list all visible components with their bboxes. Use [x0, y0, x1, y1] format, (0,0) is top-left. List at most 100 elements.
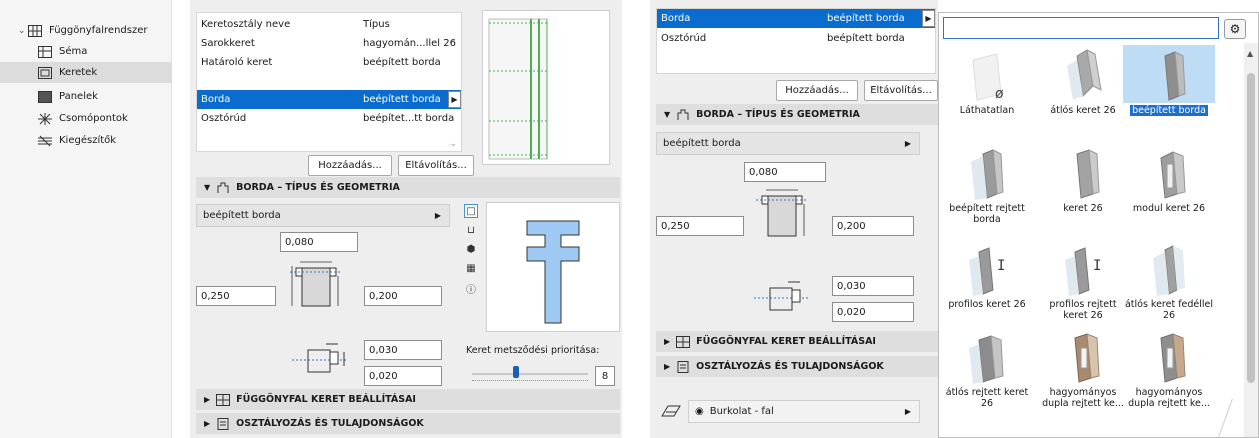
section-geometry[interactable]: ▼ BORDA – TÍPUS ÉS GEOMETRIA [656, 104, 938, 125]
list-item-type: beépítet...tt borda [363, 113, 455, 124]
chevron-right-icon: ▶ [204, 395, 211, 404]
search-input[interactable] [943, 17, 1219, 39]
frame-section-diagram [290, 261, 342, 307]
frame-class-list[interactable]: Keretosztály neve Típus Sarokkeret hagyo… [196, 12, 462, 152]
schema-icon [38, 45, 52, 58]
section-classification[interactable]: ▶ OSZTÁLYOZÁS ÉS TULAJDONSÁGOK [656, 356, 938, 377]
dropdown-value: beépített borda [663, 138, 741, 149]
info-icon[interactable]: ⓘ [464, 281, 478, 296]
list-item-type: hagyomán...llel 26 [363, 38, 456, 49]
add-button[interactable]: Hozzáadás... [308, 155, 392, 176]
frame-type-dropdown[interactable]: beépített borda ▶ [196, 204, 450, 227]
depth-right-field[interactable]: 0,200 [832, 216, 914, 236]
chevron-down-icon: ▼ [664, 110, 671, 119]
priority-value-field[interactable]: 8 [595, 366, 615, 386]
depth-field[interactable]: 0,250 [196, 286, 276, 306]
frame-class-list-2[interactable]: Borda beépített borda ▶ Osztórúd beépíte… [656, 8, 936, 74]
add-button[interactable]: Hozzáadás... [776, 80, 858, 101]
frame-type-tile-selected[interactable]: beépített borda [1123, 45, 1215, 137]
cross-section-view-icon[interactable]: □ [464, 204, 478, 218]
elevation-view-icon[interactable]: ▦ [464, 261, 478, 275]
plan-view-icon[interactable]: ⊔ [464, 223, 478, 237]
frame-type-tile[interactable]: ø Láthatatlan [941, 45, 1033, 137]
frame-type-tile[interactable]: modul keret 26 [1123, 143, 1215, 235]
offset-field-2[interactable]: 0,020 [364, 366, 442, 386]
frame-type-dropdown[interactable]: beépített borda ▶ [656, 132, 920, 155]
width-field[interactable]: 0,080 [280, 232, 358, 252]
frame-type-tile[interactable]: I profilos rejtett keret 26 [1037, 239, 1129, 331]
frame-type-tile[interactable]: átlós rejtett keret 26 [941, 327, 1033, 419]
scrollbar-thumb[interactable] [1247, 73, 1255, 383]
tree-item-panelek[interactable]: Panelek [0, 86, 172, 107]
list-item-selected[interactable]: Borda beépített borda ▶ [657, 9, 935, 28]
chevron-right-icon: ▶ [904, 139, 911, 148]
section-classification[interactable]: ▶ OSZTÁLYOZÁS ÉS TULAJDONSÁGOK [196, 413, 620, 434]
list-item[interactable]: Határoló keret beépített borda [197, 53, 461, 72]
frame-type-picker-popup: ⚙ ▲ ø Láthatatlan átlós keret 26 beépíte… [938, 12, 1259, 438]
frame-type-tile[interactable]: hagyományos dupla rejtett ke... [1123, 327, 1215, 419]
section-settings[interactable]: ▶ FÜGGÖNYFAL KERET BEÁLLÍTÁSAI [196, 389, 620, 410]
tree-root[interactable]: ⌄ Függönyfalrendszer [0, 20, 172, 41]
classification-icon [216, 417, 230, 430]
chevron-down-icon[interactable]: ⌄ [18, 26, 28, 36]
section-geometry[interactable]: ▼ BORDA – TÍPUS ÉS GEOMETRIA [196, 177, 620, 198]
frame-type-tile[interactable]: beépített rejtett borda [941, 143, 1033, 235]
profile-hidden-frame-icon: I [1037, 239, 1129, 297]
frame-type-tile[interactable]: átlós keret 26 [1037, 45, 1129, 137]
offset-field-2[interactable]: 0,020 [832, 302, 914, 322]
scroll-up-icon[interactable]: ⌃ [449, 39, 457, 49]
frame-type-tile[interactable]: keret 26 [1037, 143, 1129, 235]
tree-item-sema[interactable]: Séma [0, 41, 172, 62]
curtain-wall-preview [482, 10, 610, 165]
scroll-down-icon[interactable]: ⌄ [449, 139, 457, 149]
svg-text:I: I [997, 258, 1005, 274]
depth-right-field[interactable]: 0,200 [364, 286, 442, 306]
section-title: FÜGGÖNYFAL KERET BEÁLLÍTÁSAI [696, 336, 876, 347]
list-item[interactable]: Sarokkeret hagyomán...llel 26 ⌃ [197, 34, 461, 53]
frame-type-tile[interactable]: hagyományos dupla rejtett ke... [1037, 327, 1129, 419]
type-picker-arrow-icon[interactable]: ▶ [922, 10, 935, 27]
list-item-name: Sarokkeret [201, 38, 255, 49]
frame-settings-panel-2: Borda beépített borda ▶ Osztórúd beépíte… [650, 0, 938, 438]
column-header-name: Keretosztály neve [201, 19, 291, 30]
traditional-double-frame-icon [1037, 327, 1129, 385]
list-item-name: Osztórúd [661, 33, 707, 44]
section-settings[interactable]: ▶ FÜGGÖNYFAL KERET BEÁLLÍTÁSAI [656, 331, 938, 352]
tile-label: beépített rejtett borda [949, 203, 1025, 225]
list-item[interactable]: Osztórúd beépítet...tt borda [197, 109, 461, 128]
invisible-frame-icon: ø [941, 45, 1033, 103]
3d-view-icon[interactable]: ⬢ [464, 242, 478, 256]
depth-field[interactable]: 0,250 [656, 216, 744, 236]
remove-button[interactable]: Eltávolítás... [398, 155, 474, 176]
tree-item-kiegeszitok[interactable]: Kiegészítők [0, 130, 172, 151]
frame-section-diagram [756, 189, 808, 237]
tile-label: Láthatatlan [959, 105, 1015, 116]
frame-type-tile[interactable]: átlós keret fedéllel 26 [1123, 239, 1215, 331]
section-title: FÜGGÖNYFAL KERET BEÁLLÍTÁSAI [236, 394, 416, 405]
settings-section-icon [216, 393, 231, 406]
width-field[interactable]: 0,080 [744, 162, 826, 182]
chevron-right-icon: ▶ [904, 407, 911, 416]
frame-type-tile[interactable]: I profilos keret 26 [941, 239, 1033, 331]
tree-item-keretek[interactable]: Keretek [0, 62, 172, 83]
list-item-name: Borda [201, 94, 231, 105]
frame-settings-panel: Keretosztály neve Típus Sarokkeret hagyo… [190, 0, 622, 438]
frame-26-icon [1037, 143, 1129, 201]
scroll-up-icon[interactable]: ▲ [1247, 49, 1254, 58]
tile-label: hagyományos dupla rejtett ke... [1128, 387, 1210, 409]
panel-icon [38, 90, 52, 103]
list-item[interactable]: Osztórúd beépített borda [657, 29, 935, 48]
offset-field[interactable]: 0,030 [364, 340, 442, 360]
priority-slider-thumb[interactable] [513, 366, 519, 378]
tree-item-csomopontok[interactable]: Csomópontok [0, 108, 172, 129]
list-item-type: beépített borda [363, 94, 441, 105]
remove-button[interactable]: Eltávolítás... [864, 80, 938, 101]
priority-slider-track[interactable] [472, 373, 588, 375]
tree-item-label: Kiegészítők [59, 135, 117, 146]
list-item-selected[interactable]: Borda beépített borda ▶ [197, 90, 461, 109]
gear-icon[interactable]: ⚙ [1224, 19, 1246, 39]
eye-icon[interactable]: ◉ [695, 406, 704, 417]
offset-field[interactable]: 0,030 [832, 276, 914, 296]
surface-dropdown[interactable]: ◉ Burkolat - fal ▶ [688, 400, 920, 423]
type-picker-arrow-icon[interactable]: ▶ [448, 91, 461, 108]
